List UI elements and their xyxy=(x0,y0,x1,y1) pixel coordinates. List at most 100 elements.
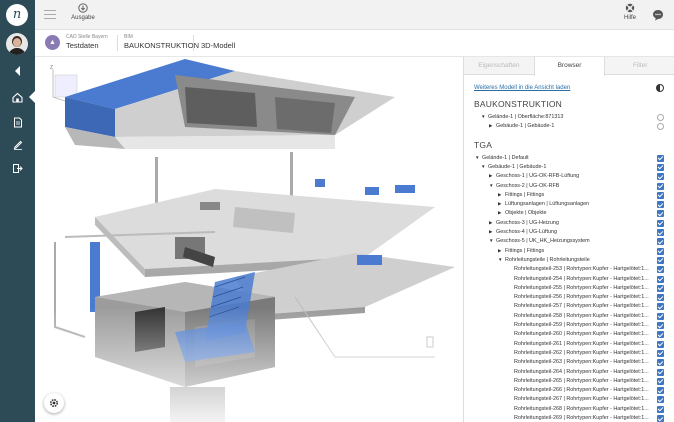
tree-row[interactable]: ▶ Lüftungsanlagen | Lüftungsanlagen xyxy=(464,200,674,209)
tree-row[interactable]: Rohrleitungsteil-263 | Rohrtypen:Kupfer … xyxy=(464,358,674,367)
tree-row[interactable]: Rohrleitungsteil-255 | Rohrtypen:Kupfer … xyxy=(464,284,674,293)
caret-right-icon[interactable]: ▶ xyxy=(498,210,501,216)
building-model xyxy=(35,59,463,422)
chat-button[interactable] xyxy=(652,8,664,26)
caret-right-icon[interactable]: ▶ xyxy=(489,173,492,179)
tree-row[interactable]: ▶ Geschoss-3 | UG-Heizung xyxy=(464,219,674,228)
sidebar-item-logout[interactable] xyxy=(0,157,35,179)
tree-row[interactable]: Rohrleitungsteil-257 | Rohrtypen:Kupfer … xyxy=(464,302,674,311)
visibility-checkbox[interactable] xyxy=(657,256,664,264)
tree-row[interactable]: Rohrleitungsteil-258 | Rohrtypen:Kupfer … xyxy=(464,312,674,321)
tree-row[interactable]: ▶ Gebäude-1 | Gebäude-1 xyxy=(464,122,674,131)
tree-row[interactable]: Rohrleitungsteil-264 | Rohrtypen:Kupfer … xyxy=(464,368,674,377)
hamburger-icon[interactable] xyxy=(44,10,56,20)
app-logo[interactable]: n xyxy=(6,4,28,26)
tree-row[interactable]: ▼ Rohrleitungsteile | Rohrleitungsteile xyxy=(464,256,674,265)
tree-row[interactable]: ▼ Geschoss-2 | UG-OK-RFB xyxy=(464,182,674,191)
caret-right-icon[interactable]: ▶ xyxy=(489,220,492,226)
visibility-radio[interactable] xyxy=(657,123,664,131)
visibility-checkbox[interactable] xyxy=(657,284,664,292)
caret-right-icon[interactable]: ▶ xyxy=(498,201,501,207)
tree-row[interactable]: ▶ Objekte | Objekte xyxy=(464,209,674,218)
caret-right-icon[interactable]: ▶ xyxy=(489,229,492,235)
tab-eigenschaften[interactable]: Eigenschaften xyxy=(464,57,534,74)
caret-down-icon[interactable]: ▼ xyxy=(498,257,502,262)
visibility-checkbox[interactable] xyxy=(657,201,664,209)
tree-row[interactable]: Rohrleitungsteil-259 | Rohrtypen:Kupfer … xyxy=(464,321,674,330)
caret-down-icon[interactable]: ▼ xyxy=(489,238,493,243)
tree-row[interactable]: ▼ Gelände-1 | Default xyxy=(464,154,674,163)
visibility-checkbox[interactable] xyxy=(657,173,664,181)
back-button[interactable] xyxy=(0,60,35,82)
breadcrumb-module[interactable]: BIM BAUKONSTRUKTION xyxy=(124,34,199,50)
caret-down-icon[interactable]: ▼ xyxy=(489,183,493,188)
visibility-checkbox[interactable] xyxy=(657,368,664,376)
visibility-checkbox[interactable] xyxy=(657,377,664,385)
tree-row[interactable]: ▶ Geschoss-1 | UG-OK-RFB-Lüftung xyxy=(464,172,674,181)
ausgabe-button[interactable]: Ausgabe xyxy=(67,3,99,21)
tree-row[interactable]: Rohrleitungsteil-269 | Rohrtypen:Kupfer … xyxy=(464,414,674,422)
visibility-checkbox[interactable] xyxy=(657,210,664,218)
visibility-checkbox[interactable] xyxy=(657,182,664,190)
visibility-checkbox[interactable] xyxy=(657,396,664,404)
visibility-checkbox[interactable] xyxy=(657,275,664,283)
visibility-checkbox[interactable] xyxy=(657,340,664,348)
tree-row[interactable]: Rohrleitungsteil-260 | Rohrtypen:Kupfer … xyxy=(464,330,674,339)
visibility-checkbox[interactable] xyxy=(657,266,664,274)
caret-down-icon[interactable]: ▼ xyxy=(481,114,485,119)
add-model-link[interactable]: Weiteres Modell in die Ansicht laden xyxy=(474,85,570,91)
visibility-checkbox[interactable] xyxy=(657,312,664,320)
hilfe-button[interactable]: Hilfe xyxy=(618,3,642,21)
visibility-checkbox[interactable] xyxy=(657,191,664,199)
caret-right-icon[interactable]: ▶ xyxy=(498,192,501,198)
visibility-checkbox[interactable] xyxy=(657,154,664,162)
3d-viewport[interactable]: Z xyxy=(35,57,463,422)
tree-row[interactable]: ▼ Geschoss-5 | UK_HK_Heizungssystem xyxy=(464,237,674,246)
caret-right-icon[interactable]: ▶ xyxy=(489,123,492,129)
tree-row[interactable]: ▶ Fittings | Fittings xyxy=(464,247,674,256)
tree-row[interactable]: Rohrleitungsteil-265 | Rohrtypen:Kupfer … xyxy=(464,377,674,386)
visibility-checkbox[interactable] xyxy=(657,322,664,329)
tree-row[interactable]: ▼ Gelände-1 | Oberfläche:871313 xyxy=(464,113,674,122)
tree-row[interactable]: Rohrleitungsteil-254 | Rohrtypen:Kupfer … xyxy=(464,275,674,284)
caret-down-icon[interactable]: ▼ xyxy=(475,155,479,160)
breadcrumb-project[interactable]: CAD Stelle Bayern Testdaten xyxy=(66,34,108,50)
visibility-checkbox[interactable] xyxy=(657,415,664,422)
visibility-checkbox[interactable] xyxy=(657,359,664,367)
visibility-checkbox[interactable] xyxy=(657,331,664,339)
visibility-checkbox[interactable] xyxy=(657,247,664,255)
visibility-checkbox[interactable] xyxy=(657,349,664,357)
visibility-checkbox[interactable] xyxy=(657,405,664,413)
sidebar-item-home[interactable] xyxy=(0,86,35,108)
tree-row[interactable]: Rohrleitungsteil-256 | Rohrtypen:Kupfer … xyxy=(464,293,674,302)
viewport-settings-button[interactable] xyxy=(44,393,64,413)
tree-row[interactable]: Rohrleitungsteil-262 | Rohrtypen:Kupfer … xyxy=(464,349,674,358)
visibility-checkbox[interactable] xyxy=(657,163,664,171)
caret-down-icon[interactable]: ▼ xyxy=(481,164,485,169)
sidebar-item-documents[interactable] xyxy=(0,111,35,133)
tab-filter[interactable]: Filter xyxy=(605,57,674,74)
tab-browser[interactable]: Browser xyxy=(533,57,606,76)
visibility-checkbox[interactable] xyxy=(657,219,664,227)
caret-right-icon[interactable]: ▶ xyxy=(498,248,501,254)
chat-icon xyxy=(653,10,663,21)
breadcrumb-view[interactable]: 3D-Modell xyxy=(201,41,235,50)
visibility-checkbox[interactable] xyxy=(657,294,664,302)
tree-row[interactable]: ▶ Geschoss-4 | UG-Lüftung xyxy=(464,228,674,237)
tree-row[interactable]: Rohrleitungsteil-266 | Rohrtypen:Kupfer … xyxy=(464,386,674,395)
visibility-checkbox[interactable] xyxy=(657,238,664,246)
tree-row[interactable]: ▼ Gebäude-1 | Gebäude-1 xyxy=(464,163,674,172)
visibility-checkbox[interactable] xyxy=(657,387,664,395)
tree-row[interactable]: ▶ Fittings | Fittings xyxy=(464,191,674,200)
sidebar-item-edit[interactable] xyxy=(0,133,35,155)
visibility-radio[interactable] xyxy=(657,114,664,121)
tree-row[interactable]: Rohrleitungsteil-261 | Rohrtypen:Kupfer … xyxy=(464,340,674,349)
visibility-checkbox[interactable] xyxy=(657,229,664,236)
tree-row[interactable]: Rohrleitungsteil-268 | Rohrtypen:Kupfer … xyxy=(464,405,674,414)
visibility-checkbox[interactable] xyxy=(657,303,664,311)
breadcrumb-view-label: 3D-Modell xyxy=(201,41,236,50)
tree-row[interactable]: Rohrleitungsteil-253 | Rohrtypen:Kupfer … xyxy=(464,265,674,274)
tree-row[interactable]: Rohrleitungsteil-267 | Rohrtypen:Kupfer … xyxy=(464,395,674,404)
contrast-toggle-icon[interactable] xyxy=(656,84,664,92)
user-avatar[interactable] xyxy=(6,33,28,55)
